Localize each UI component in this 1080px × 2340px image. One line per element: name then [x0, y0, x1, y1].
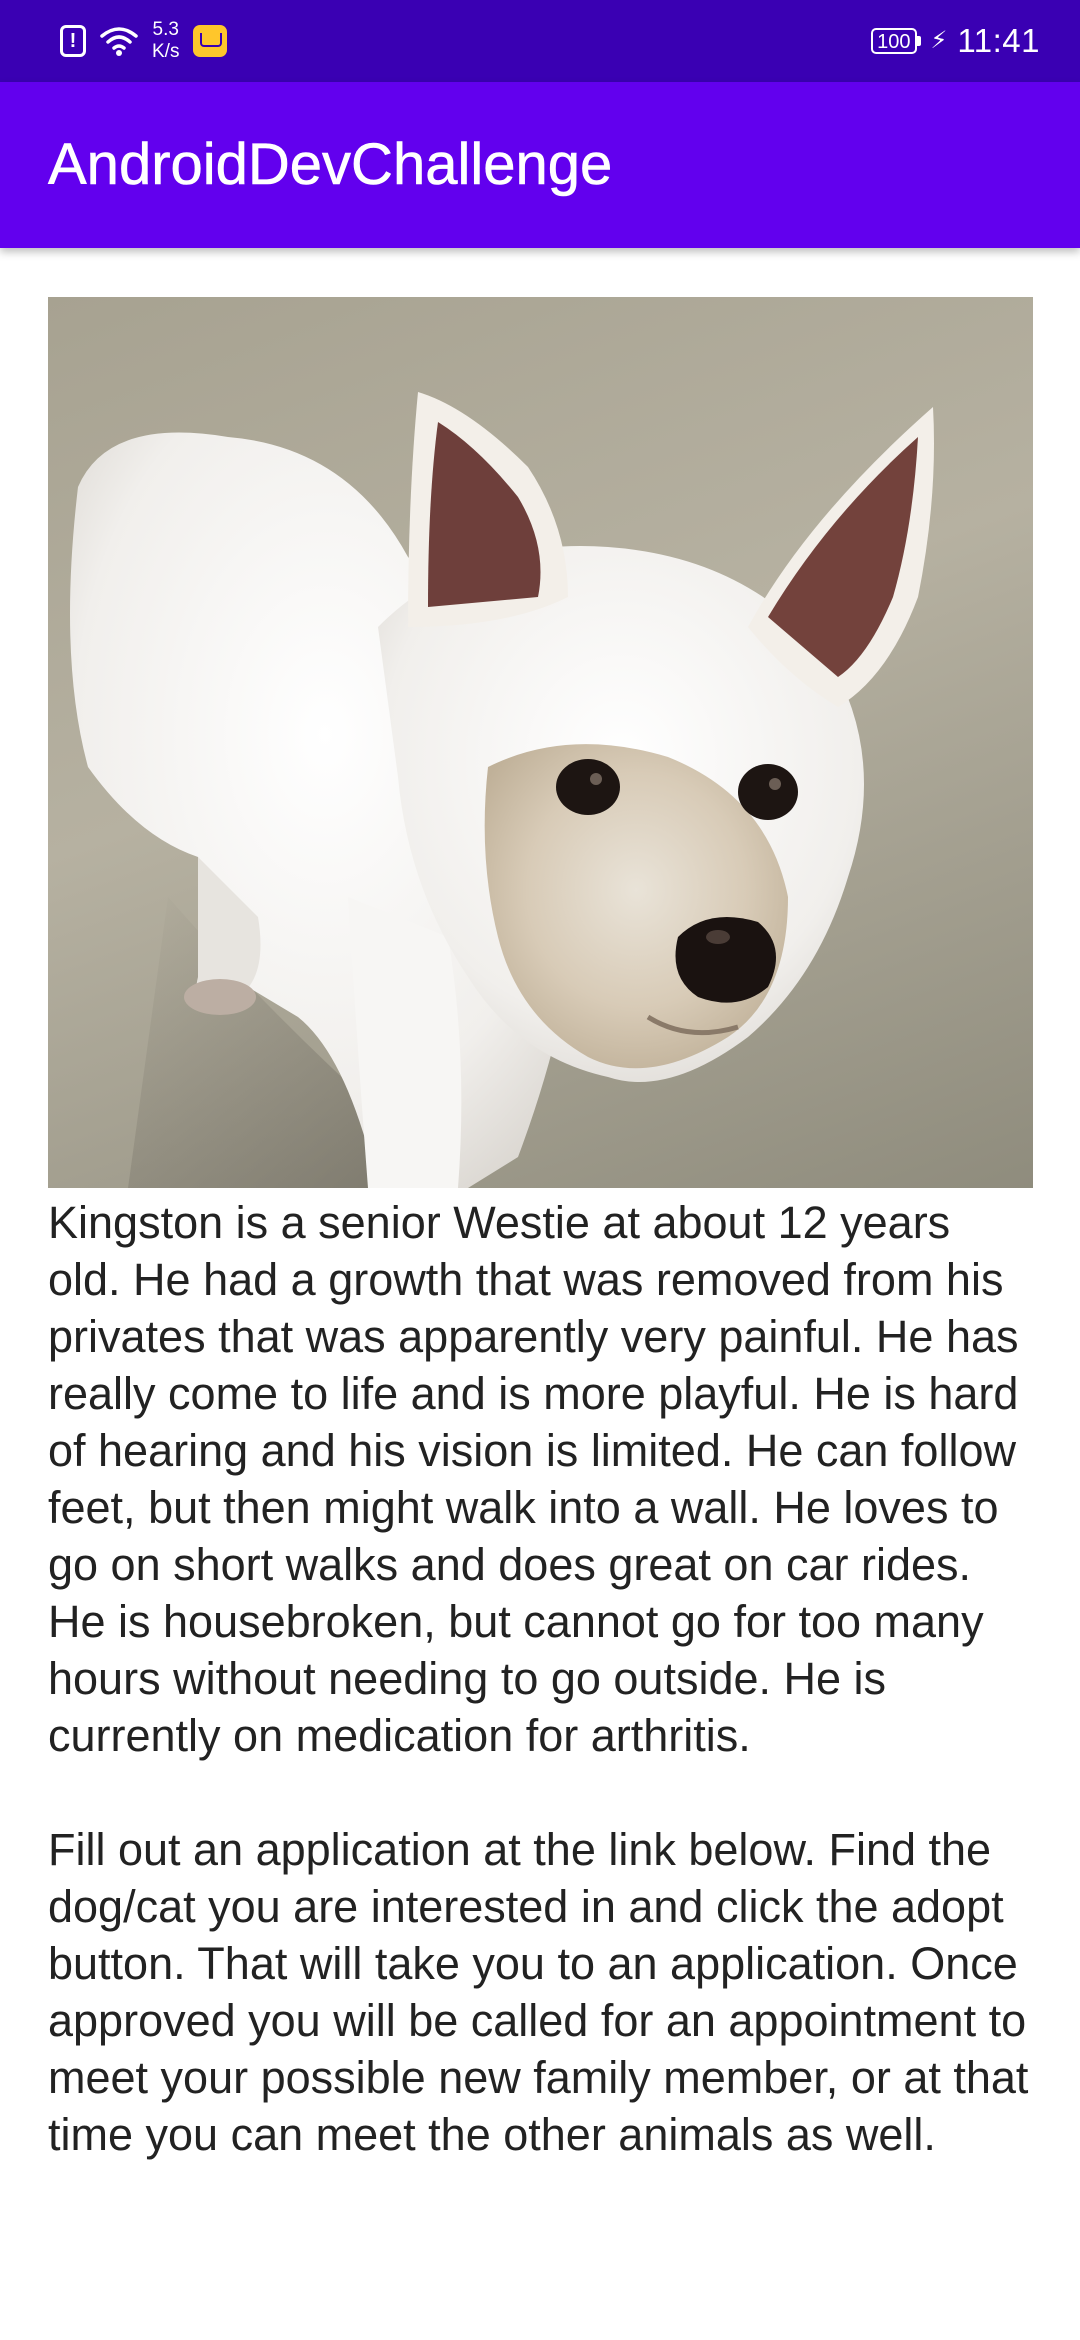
battery-level: 100	[871, 28, 917, 54]
dog-photo	[48, 297, 1033, 1188]
charging-bolt-icon: ⚡	[930, 27, 948, 54]
message-icon	[193, 25, 228, 57]
battery-icon: 100	[871, 28, 921, 54]
app-bar: AndroidDevChallenge	[0, 82, 1080, 248]
alert-icon: !	[60, 25, 86, 57]
pet-description: Kingston is a senior Westie at about 12 …	[48, 1197, 1029, 2160]
link-text-partial[interactable]	[48, 2283, 61, 2295]
wifi-icon	[100, 27, 138, 56]
clock: 11:41	[957, 22, 1040, 59]
network-speed: 5.3 K/s	[152, 19, 179, 63]
status-bar: ! 5.3 K/s 100 ⚡ 11:41	[0, 0, 1080, 82]
network-speed-unit: K/s	[152, 41, 180, 62]
dog-illustration	[70, 392, 934, 1188]
status-bar-right: 100 ⚡ 11:41	[871, 0, 1040, 82]
battery-tip	[916, 36, 921, 46]
network-speed-value: 5.3	[152, 19, 179, 40]
app-title: AndroidDevChallenge	[48, 132, 613, 198]
status-bar-left: ! 5.3 K/s	[60, 0, 228, 82]
pet-detail-content[interactable]: Kingston is a senior Westie at about 12 …	[48, 297, 1033, 2163]
